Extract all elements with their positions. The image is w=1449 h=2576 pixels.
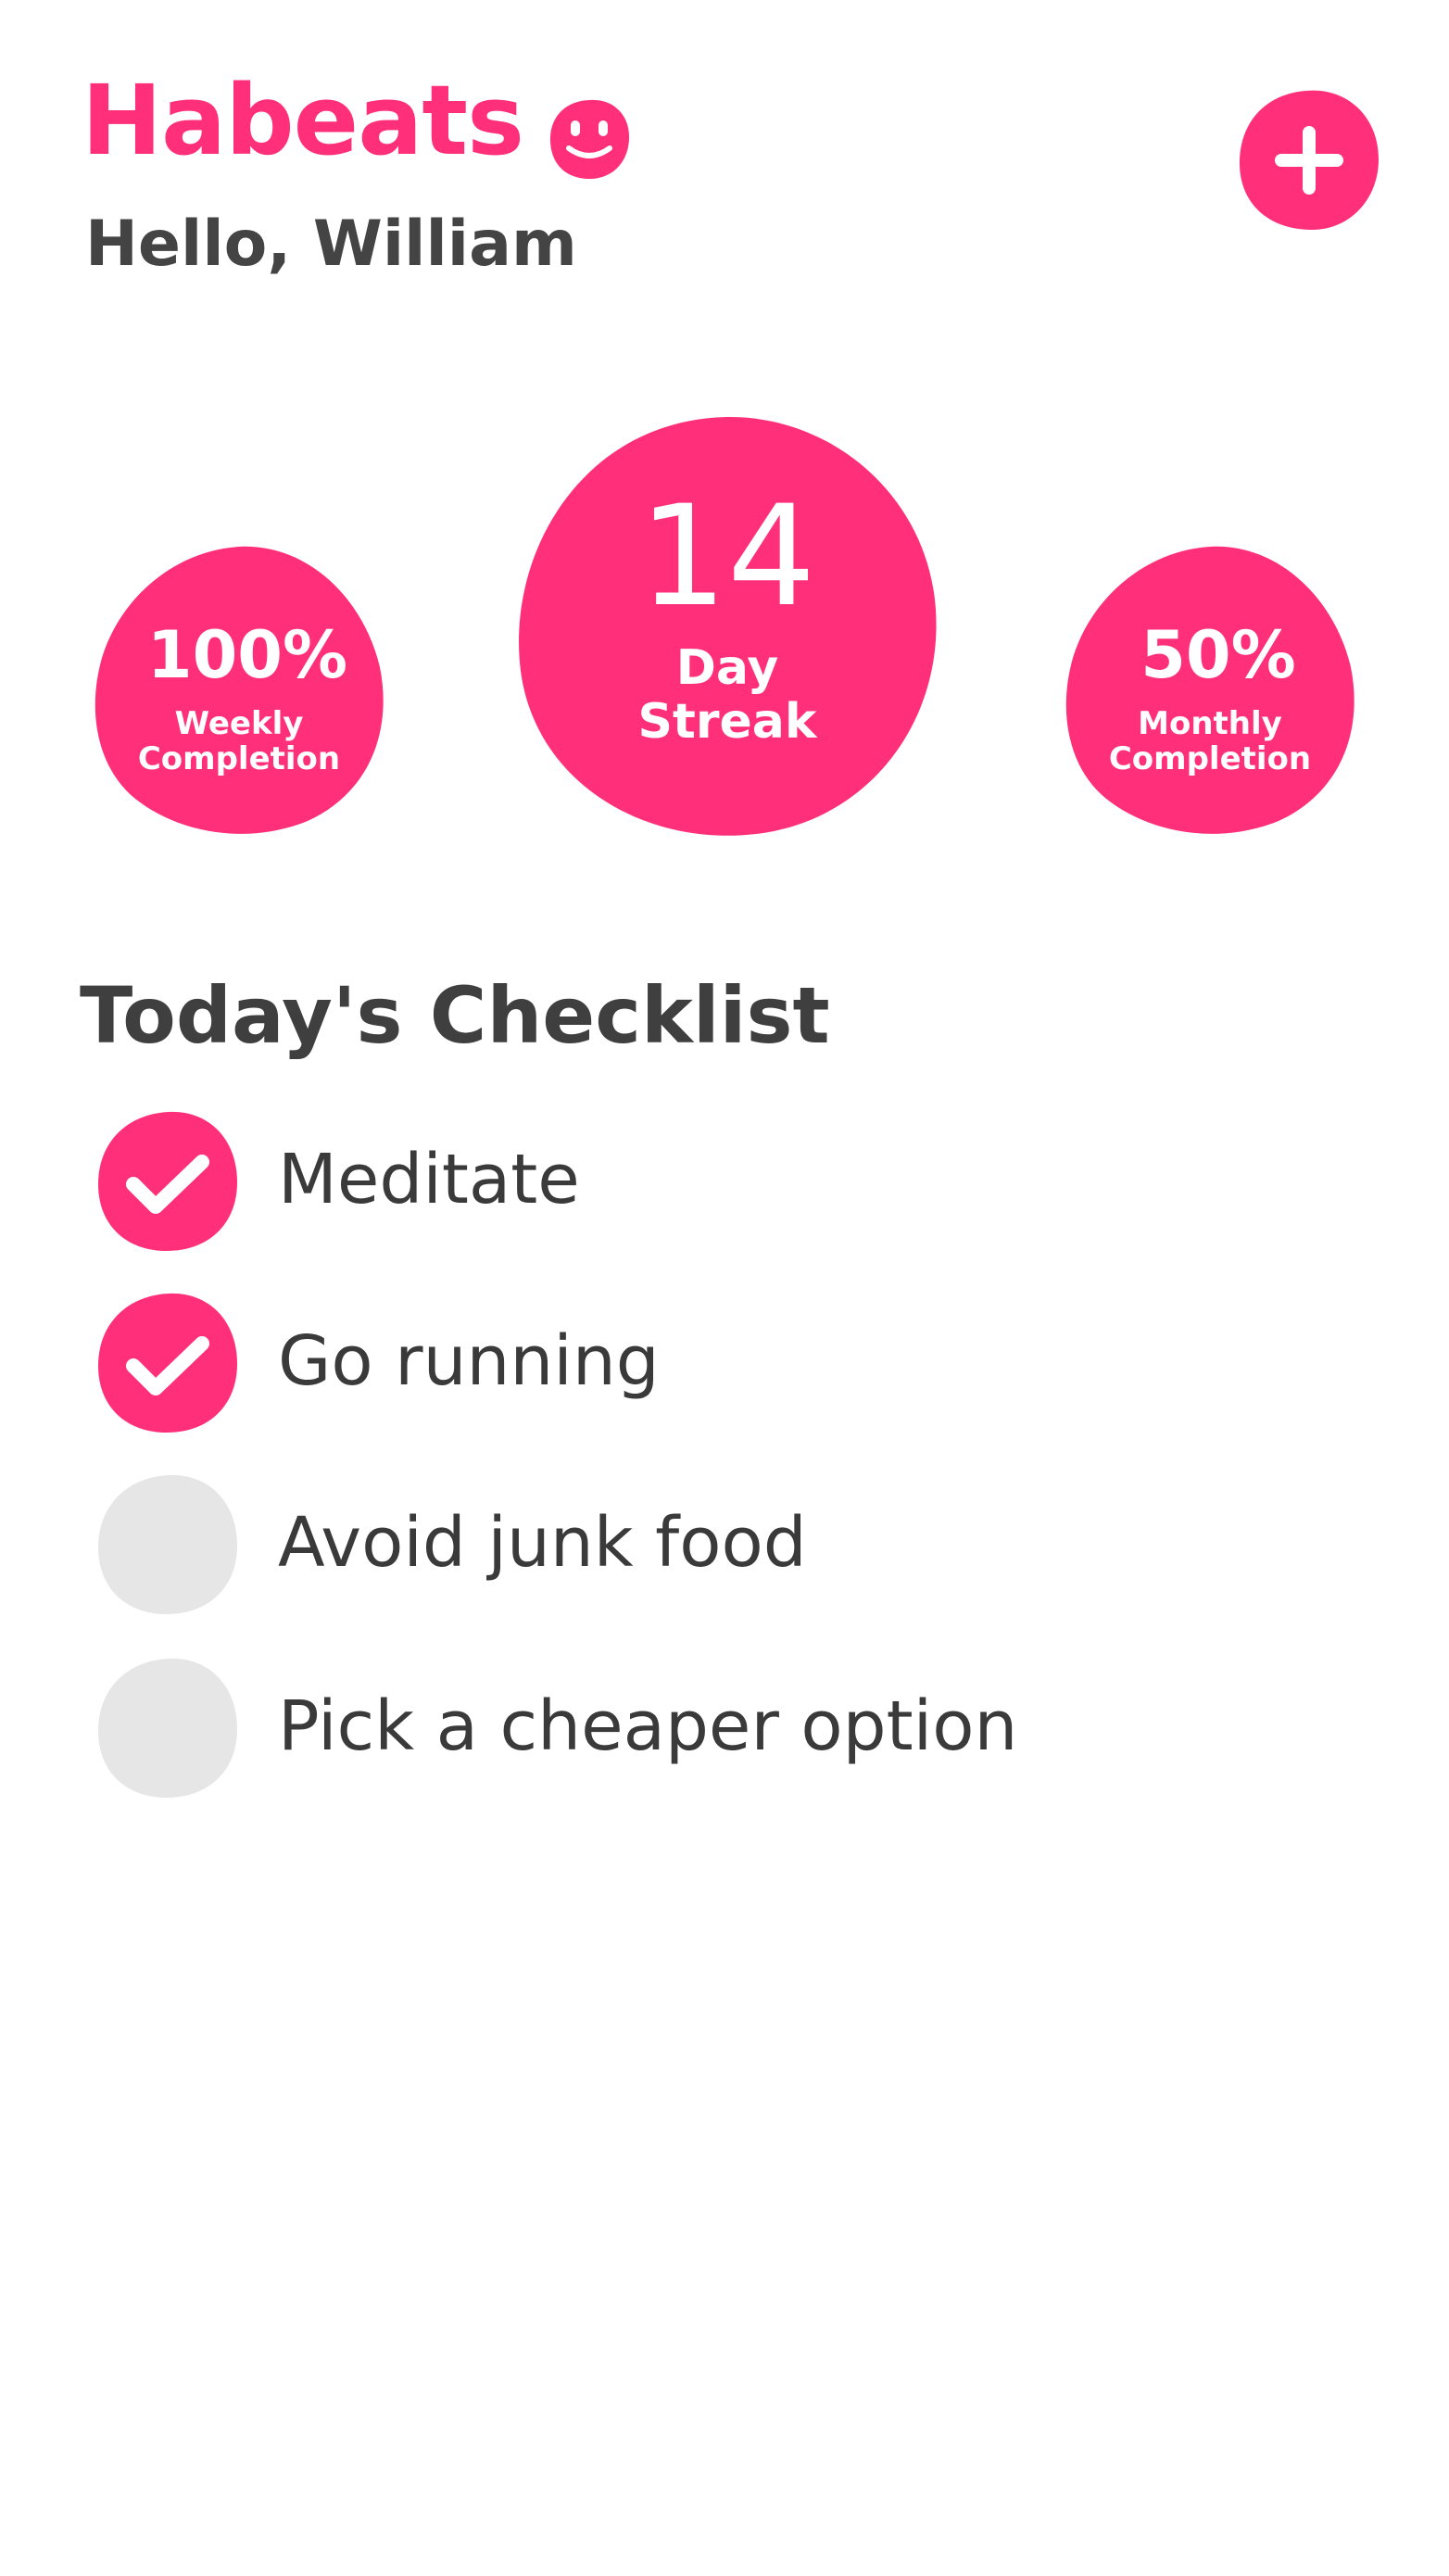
checklist-item-label: Avoid junk food: [278, 1503, 807, 1583]
checklist-item-label: Meditate: [278, 1140, 580, 1219]
checkbox-checked[interactable]: [96, 1110, 239, 1253]
checklist-item-pick-cheaper-option[interactable]: Pick a cheaper option: [96, 1657, 1208, 1799]
smiley-face-icon: [549, 99, 630, 180]
streak-count: 14: [638, 476, 816, 638]
weekly-completion-stat: 100% Weekly Completion: [91, 543, 387, 836]
add-habit-button[interactable]: [1238, 89, 1380, 232]
checkbox-checked[interactable]: [96, 1292, 239, 1434]
checklist-item-avoid-junk-food[interactable]: Avoid junk food: [96, 1473, 1208, 1616]
streak-label: Day Streak: [517, 641, 938, 749]
monthly-label-line1: Monthly: [1138, 705, 1282, 742]
weekly-completion-value: 100%: [146, 617, 348, 693]
weekly-completion-label: Weekly Completion: [91, 706, 387, 777]
streak-label-line2: Streak: [637, 694, 817, 750]
checklist-item-meditate[interactable]: Meditate: [96, 1110, 1208, 1253]
monthly-label-line2: Completion: [1108, 740, 1312, 777]
checklist-item-go-running[interactable]: Go running: [96, 1292, 1208, 1434]
monthly-completion-stat: 50% Monthly Completion: [1062, 543, 1358, 836]
day-streak-stat: 14 Day Streak: [517, 415, 938, 836]
checkbox-unchecked[interactable]: [96, 1473, 239, 1616]
monthly-completion-value: 50%: [1140, 617, 1296, 693]
checkbox-unchecked[interactable]: [96, 1657, 239, 1799]
app-title: Habeats: [82, 64, 524, 177]
greeting-text: Hello, William: [85, 208, 577, 281]
checklist-item-label: Pick a cheaper option: [278, 1686, 1018, 1766]
checklist-title: Today's Checklist: [80, 970, 830, 1061]
weekly-label-line2: Completion: [137, 740, 341, 777]
monthly-completion-label: Monthly Completion: [1062, 706, 1358, 777]
streak-label-line1: Day: [675, 640, 779, 696]
checklist-item-label: Go running: [278, 1321, 660, 1401]
weekly-label-line1: Weekly: [174, 705, 304, 742]
